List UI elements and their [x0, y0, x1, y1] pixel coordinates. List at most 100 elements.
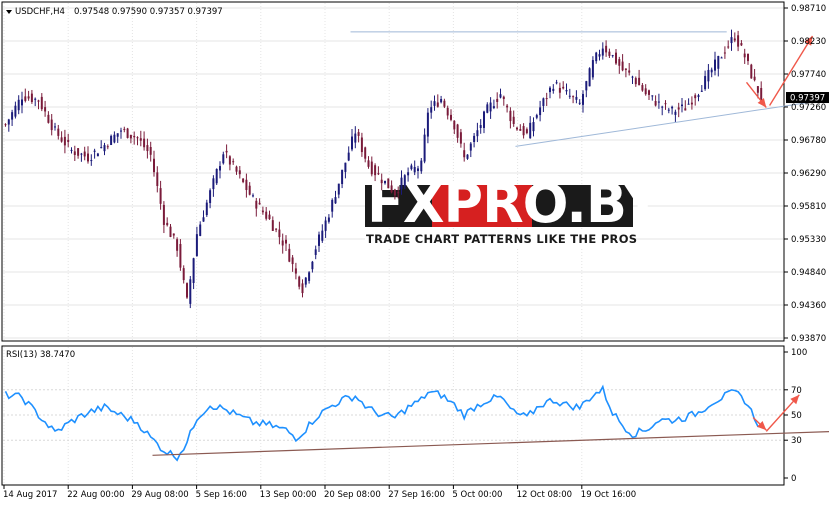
- candle-body: [205, 202, 208, 216]
- candle: [110, 134, 113, 146]
- candle-body: [308, 272, 311, 281]
- price-tick-label: 0.96290: [791, 169, 826, 179]
- candle-body: [433, 101, 436, 106]
- candle-body: [209, 190, 212, 204]
- candle-body: [222, 154, 225, 164]
- candle-body: [390, 185, 393, 193]
- candle-body: [50, 119, 53, 131]
- candle-body: [532, 122, 535, 132]
- candle-body: [489, 102, 492, 112]
- time-axis: 14 Aug 2017 22 Aug 00:00 29 Aug 08:00 5 Sep…: [3, 485, 636, 500]
- candle-body: [380, 179, 383, 184]
- price-tick-label: 0.94840: [791, 268, 826, 278]
- candle-body: [542, 98, 545, 106]
- rsi-axis: 100 70 50 30 0: [784, 348, 807, 484]
- candle-body: [661, 106, 664, 108]
- candle-body: [341, 169, 344, 185]
- candle-body: [159, 188, 162, 204]
- candle-body: [27, 96, 30, 99]
- candle-body: [585, 81, 588, 91]
- candle-body: [459, 132, 462, 144]
- candle-body: [710, 69, 713, 73]
- candle-body: [608, 51, 611, 56]
- candle-body: [136, 137, 139, 139]
- candle-body: [166, 222, 169, 226]
- candle-body: [67, 139, 70, 143]
- candle-body: [143, 138, 146, 148]
- price-tick-label: 0.98230: [791, 37, 826, 47]
- candle-body: [186, 283, 188, 298]
- candle: [387, 178, 390, 189]
- candle-body: [598, 54, 601, 57]
- candle-body: [212, 178, 215, 190]
- candle-body: [162, 204, 165, 225]
- candle-body: [476, 130, 479, 137]
- candle-body: [549, 87, 551, 93]
- candle-body: [624, 68, 627, 71]
- candle-body: [733, 38, 736, 41]
- candle-body: [562, 86, 565, 89]
- candle-body: [657, 101, 660, 103]
- candle-body: [723, 52, 726, 54]
- candle-body: [502, 96, 505, 100]
- ohlc-values: 0.97548 0.97590 0.97357 0.97397: [74, 7, 223, 17]
- candle-body: [334, 197, 337, 204]
- candle-body: [261, 210, 264, 213]
- candle-body: [93, 150, 96, 152]
- candle-body: [753, 76, 756, 81]
- candle-body: [225, 150, 228, 153]
- candle-body: [291, 257, 294, 265]
- candle-body: [681, 104, 683, 107]
- candle-body: [357, 132, 360, 136]
- candle-body: [347, 152, 350, 161]
- candle-body: [641, 85, 644, 91]
- rsi-tick-label: 100: [791, 348, 807, 358]
- candle-body: [420, 160, 423, 172]
- candle-body: [750, 64, 753, 79]
- candle-body: [96, 153, 99, 157]
- candle-body: [582, 94, 584, 105]
- candle-body: [509, 110, 512, 122]
- candle-body: [436, 102, 439, 107]
- candle-body: [337, 183, 340, 195]
- candle-body: [443, 100, 446, 107]
- rsi-tick-label: 0: [791, 474, 796, 484]
- candle-body: [740, 43, 743, 46]
- candle-body: [80, 153, 83, 155]
- candle-body: [30, 93, 33, 103]
- candle-body: [664, 103, 667, 105]
- time-tick-label: 27 Sep 16:00: [388, 490, 445, 500]
- candle-body: [568, 95, 571, 97]
- candle-body: [756, 86, 759, 93]
- candle-body: [139, 138, 142, 141]
- candle-body: [364, 147, 367, 159]
- watermark-tagline: TRADE CHART PATTERNS LIKE THE PROS: [366, 232, 637, 246]
- candle-body: [697, 95, 700, 98]
- candle-body: [242, 178, 245, 183]
- candle-body: [4, 124, 7, 126]
- candle-body: [417, 168, 419, 171]
- time-tick-label: 29 Aug 08:00: [131, 490, 188, 500]
- candle-body: [153, 158, 155, 173]
- candle-body: [737, 35, 740, 47]
- candle-body: [621, 61, 624, 71]
- candle-body: [648, 90, 650, 95]
- candle-body: [278, 229, 281, 238]
- candle-body: [374, 165, 377, 176]
- last-price-tag-text: 0.97397: [790, 94, 825, 104]
- candle-body: [707, 69, 710, 82]
- candle-body: [522, 126, 525, 136]
- price-tick-label: 0.98710: [791, 4, 826, 14]
- candle-body: [400, 177, 403, 190]
- price-tick-label: 0.95810: [791, 202, 826, 212]
- watermark-logo-text: FXPRO.BY: [367, 172, 663, 235]
- time-tick-label: 19 Oct 16:00: [581, 490, 636, 500]
- candle-body: [24, 96, 27, 101]
- candle-body: [324, 220, 327, 231]
- candle-body: [377, 173, 380, 175]
- candle-body: [215, 169, 218, 184]
- chart-canvas: FXPRO.BY TRADE CHART PATTERNS LIKE THE P…: [1, 1, 829, 500]
- candle-body: [506, 105, 509, 108]
- candle-body: [393, 189, 396, 196]
- candle-body: [760, 88, 763, 100]
